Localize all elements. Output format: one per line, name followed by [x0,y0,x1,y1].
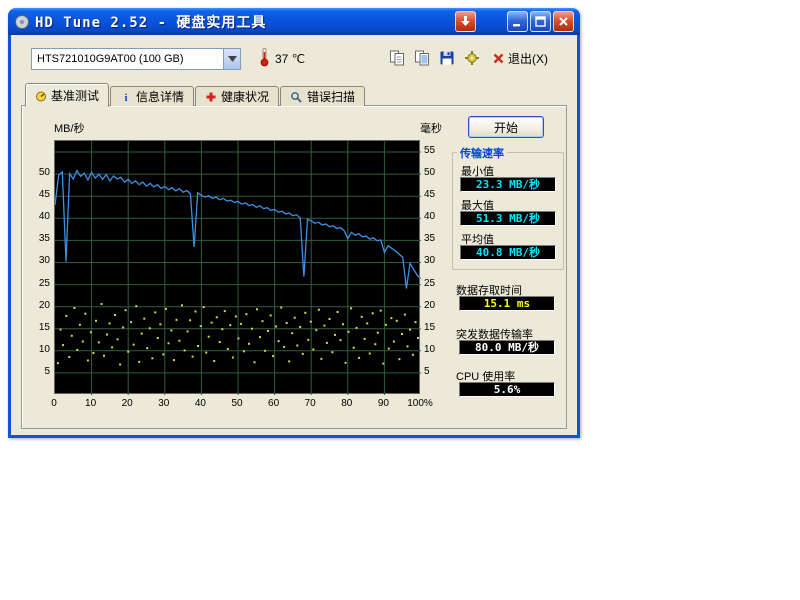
y-axis-tick-left: 40 [22,211,50,222]
cpu-usage-value: 5.6% [459,382,555,397]
copy-text-icon [389,50,405,66]
y-axis-tick-left: 5 [22,366,50,377]
y-axis-tick-left: 30 [22,255,50,266]
benchmark-panel: MB/秒 毫秒 50454035302520151055550454035302… [21,105,567,429]
health-icon [205,91,217,103]
window-title: HD Tune 2.52 - 硬盘实用工具 [35,12,266,32]
tab-health-label: 健康状况 [221,88,269,105]
left-axis-unit: MB/秒 [54,120,85,136]
plot-area [54,140,420,394]
save-button[interactable] [436,48,458,68]
y-axis-tick-left: 15 [22,322,50,333]
min-value: 23.3 MB/秒 [460,177,556,192]
info-icon: i [120,91,132,103]
transfer-rate-group: 传输速率 最小值 23.3 MB/秒 最大值 51.3 MB/秒 平均值 40.… [452,152,564,270]
tab-info[interactable]: i 信息详情 [110,86,194,106]
save-icon [439,50,455,66]
x-axis-tick: 50 [222,398,252,409]
maximize-icon [534,15,547,28]
chevron-down-icon[interactable] [223,49,240,69]
drive-select-value: HTS721010G9AT00 (100 GB) [37,53,223,65]
toolbar-icons [386,48,483,68]
y-axis-tick-right: 15 [424,322,454,333]
y-axis-tick-right: 35 [424,233,454,244]
svg-text:i: i [124,92,127,103]
x-axis-tick: 70 [295,398,325,409]
y-axis-tick-left: 20 [22,300,50,311]
avg-value: 40.8 MB/秒 [460,245,556,260]
exit-label: 退出(X) [508,50,548,67]
access-time-value: 15.1 ms [459,296,555,311]
y-axis-tick-left: 50 [22,167,50,178]
x-axis-tick: 20 [112,398,142,409]
drive-select[interactable]: HTS721010G9AT00 (100 GB) [31,48,241,70]
tab-health[interactable]: 健康状况 [195,86,279,106]
options-icon [464,50,480,66]
y-axis-tick-right: 45 [424,189,454,200]
tabstrip: 基准测试 i 信息详情 健康状况 错误扫描 [25,82,365,106]
minimize-icon [511,15,524,28]
y-axis-tick-right: 10 [424,344,454,355]
transfer-rate-group-title: 传输速率 [457,145,507,161]
x-axis-tick: 0 [39,398,69,409]
start-button[interactable]: 开始 [468,116,544,138]
copy-text-button[interactable] [386,48,408,68]
right-axis-unit: 毫秒 [420,120,442,136]
y-axis-tick-right: 20 [424,300,454,311]
minimize-button[interactable] [507,11,528,32]
close-icon [557,15,570,28]
x-axis-tick: 40 [185,398,215,409]
x-axis-tick: 60 [259,398,289,409]
options-button[interactable] [461,48,483,68]
y-axis-tick-right: 25 [424,278,454,289]
y-axis-tick-left: 35 [22,233,50,244]
x-axis-tick: 10 [76,398,106,409]
y-axis-tick-left: 25 [22,278,50,289]
maximize-button[interactable] [530,11,551,32]
y-axis-tick-left: 45 [22,189,50,200]
max-value: 51.3 MB/秒 [460,211,556,226]
tab-benchmark[interactable]: 基准测试 [25,83,109,107]
tab-info-label: 信息详情 [136,88,184,105]
y-axis-tick-right: 55 [424,145,454,156]
tab-error-scan[interactable]: 错误扫描 [280,86,365,106]
hd-tune-window: HD Tune 2.52 - 硬盘实用工具 HTS721010G9AT00 (1… [8,8,580,438]
y-axis-tick-left: 10 [22,344,50,355]
error-scan-icon [290,91,303,103]
benchmark-plot-svg [55,141,421,395]
copy-image-icon [414,50,430,66]
client-area: HTS721010G9AT00 (100 GB) 37 ℃ [11,35,577,435]
app-icon[interactable] [14,14,30,30]
benchmark-icon [35,90,47,102]
y-axis-tick-right: 50 [424,167,454,178]
tab-benchmark-label: 基准测试 [51,87,99,104]
x-axis-tick: 80 [332,398,362,409]
y-axis-tick-right: 5 [424,366,454,377]
copy-image-button[interactable] [411,48,433,68]
y-axis-tick-right: 30 [424,255,454,266]
x-axis-tick: 90 [368,398,398,409]
exit-x-icon [492,52,505,65]
download-arrow-icon [458,14,473,29]
close-button[interactable] [553,11,574,32]
burst-rate-value: 80.0 MB/秒 [459,340,555,355]
tab-error-scan-label: 错误扫描 [307,88,355,105]
y-axis-tick-right: 40 [424,211,454,222]
download-button[interactable] [455,11,476,32]
x-axis-tick: 30 [149,398,179,409]
temperature-readout: 37 ℃ [275,52,305,66]
thermometer-icon [259,47,270,72]
exit-button[interactable]: 退出(X) [491,48,549,68]
x-axis-tick: 100% [405,398,435,409]
titlebar[interactable]: HD Tune 2.52 - 硬盘实用工具 [8,8,580,35]
